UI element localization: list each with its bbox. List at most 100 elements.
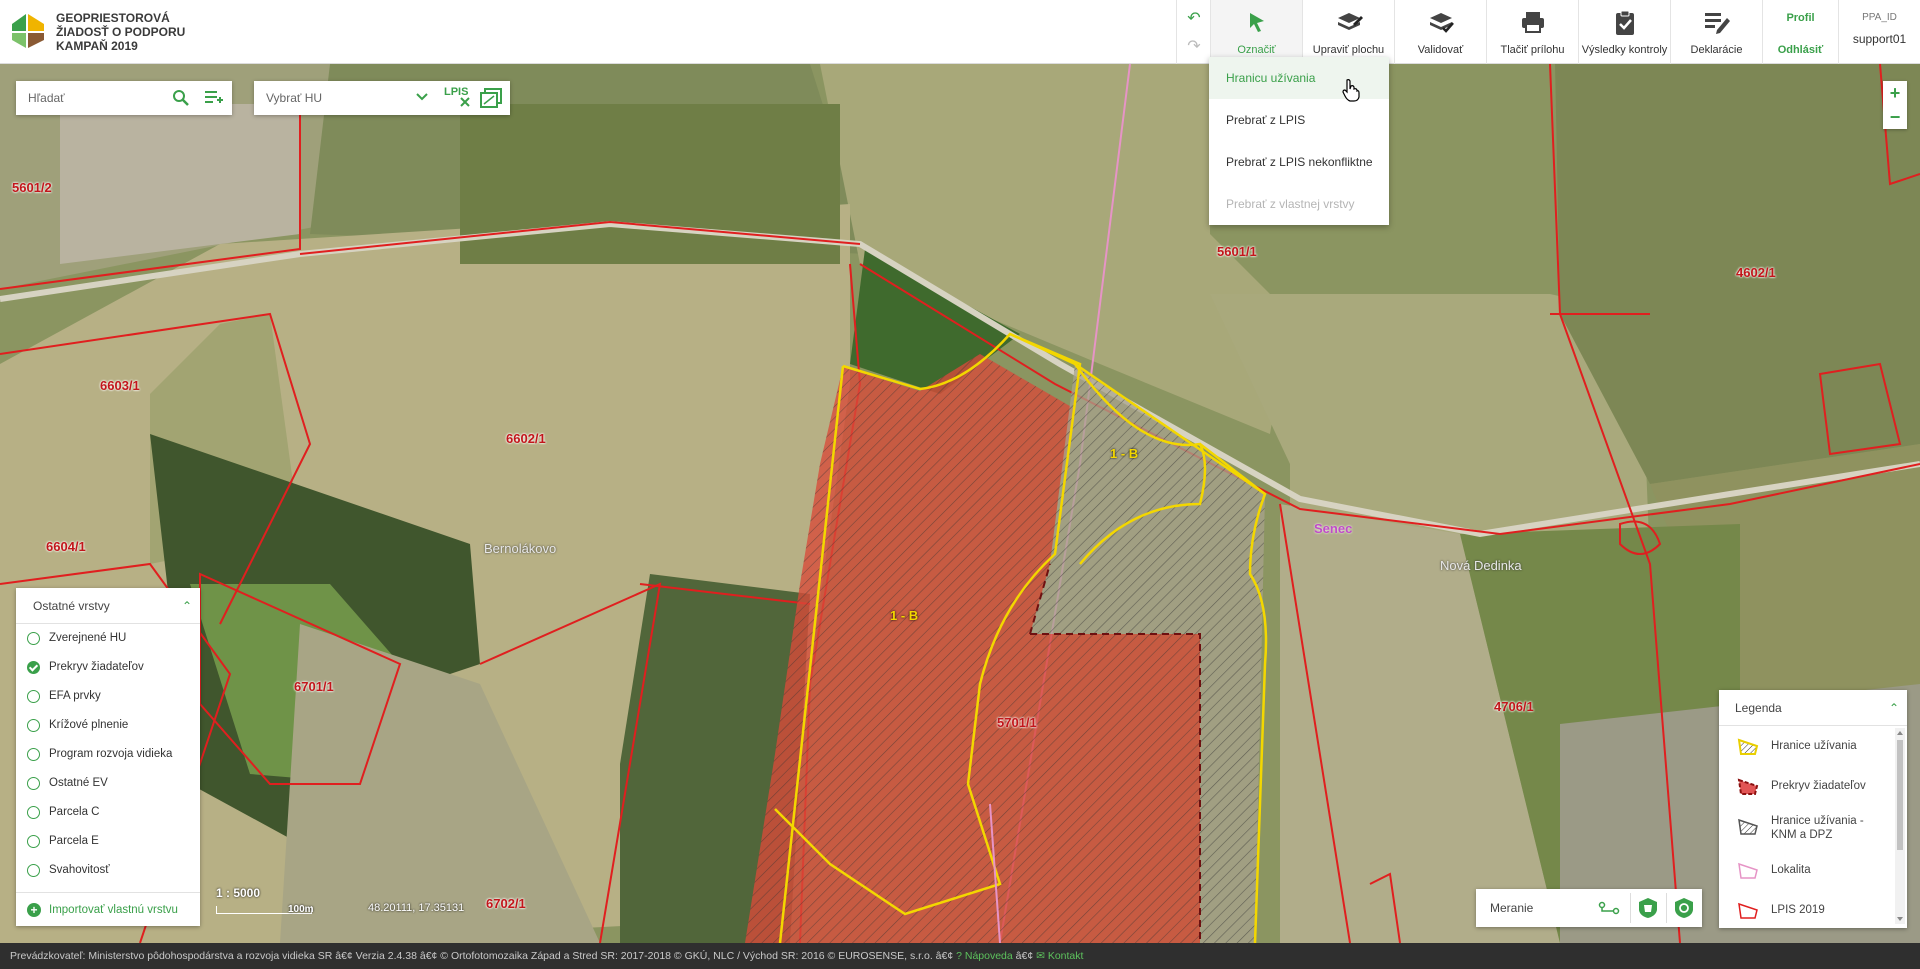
redo-icon[interactable]: ↷ bbox=[1177, 36, 1211, 56]
legend-label: Hranice užívania bbox=[1771, 740, 1857, 752]
parcel-label: 4706/1 bbox=[1494, 699, 1534, 714]
chevron-up-icon[interactable]: ⌃ bbox=[182, 588, 192, 624]
toolbar-vysledky-kontroly-button[interactable]: Výsledky kontroly bbox=[1578, 0, 1670, 64]
dropdown-item-prebrat-z-lpis[interactable]: Prebrať z LPIS bbox=[1209, 99, 1389, 141]
legend-item: Lokalita bbox=[1719, 850, 1907, 890]
user-info: PPA_ID support01 bbox=[1838, 0, 1920, 64]
clipboard-check-icon bbox=[1615, 10, 1634, 35]
parcel-label: 6604/1 bbox=[46, 539, 86, 554]
mail-icon: ✉ bbox=[1036, 950, 1045, 962]
layer-label: Ostatné EV bbox=[49, 777, 108, 789]
chevron-up-icon[interactable]: ⌃ bbox=[1889, 690, 1899, 726]
measure-distance-icon[interactable] bbox=[1598, 899, 1620, 917]
toolbar-upravit-plochu-button[interactable]: Upraviť plochu bbox=[1302, 0, 1394, 64]
zoom-out-button[interactable]: − bbox=[1883, 105, 1907, 129]
parcel-label: 6603/1 bbox=[100, 378, 140, 393]
radio-icon[interactable] bbox=[27, 806, 40, 819]
layer-item[interactable]: Program rozvoja vidieka bbox=[16, 740, 200, 769]
layer-toggle-icon[interactable] bbox=[480, 88, 502, 108]
layer-item[interactable]: Svahovitosť bbox=[16, 856, 200, 885]
app-title-line: ŽIADOSŤ O PODPORU bbox=[56, 25, 186, 39]
radio-icon[interactable] bbox=[27, 719, 40, 732]
layer-item[interactable]: Parcela C bbox=[16, 798, 200, 827]
layer-item[interactable]: Ostatné EV bbox=[16, 769, 200, 798]
town-label: Senec bbox=[1314, 521, 1353, 536]
legend-swatch-lpis-icon bbox=[1738, 902, 1758, 919]
profile-link[interactable]: Profil bbox=[1763, 12, 1838, 24]
town-label: Nová Dedinka bbox=[1440, 558, 1522, 573]
logout-link[interactable]: Odhlásiť bbox=[1763, 44, 1838, 56]
layer-label: Parcela C bbox=[49, 806, 100, 818]
layer-label: EFA prvky bbox=[49, 690, 101, 702]
search-input[interactable]: Hľadať bbox=[16, 81, 232, 115]
scale-ratio: 1 : 5000 bbox=[216, 886, 261, 900]
measure-area-icon[interactable] bbox=[1638, 897, 1658, 919]
legend-label: LPIS 2019 bbox=[1771, 904, 1825, 916]
layer-item[interactable]: Krížové plnenie bbox=[16, 711, 200, 740]
app-title-line: KAMPAŇ 2019 bbox=[56, 39, 138, 53]
map-canvas[interactable] bbox=[0, 64, 1920, 943]
declaration-icon bbox=[1704, 13, 1730, 34]
divider bbox=[1630, 893, 1631, 923]
layers-panel: Ostatné vrstvy ⌃ Zverejnené HU Prekryv ž… bbox=[16, 588, 200, 926]
legend-item: Hranice užívania - KNM a DPZ bbox=[1719, 806, 1907, 850]
search-icon[interactable] bbox=[172, 89, 190, 107]
toolbar-tlacit-prilohu-button[interactable]: Tlačiť prílohu bbox=[1486, 0, 1578, 64]
dropdown-item-prebrat-z-lpis-nekonfliktne[interactable]: Prebrať z LPIS nekonfliktne bbox=[1209, 141, 1389, 183]
radio-icon[interactable] bbox=[27, 748, 40, 761]
layer-item[interactable]: Zverejnené HU bbox=[16, 624, 200, 653]
layer-item[interactable]: Prekryv žiadateľov bbox=[16, 653, 200, 682]
measure-panel: Meranie bbox=[1476, 889, 1702, 927]
toolbar-oznacit-button[interactable]: Označiť bbox=[1210, 0, 1302, 64]
measure-label: Meranie bbox=[1490, 901, 1534, 915]
toolbar-label: Deklarácie bbox=[1690, 44, 1743, 56]
layer-item[interactable]: Parcela E bbox=[16, 827, 200, 856]
search-list-icon[interactable] bbox=[204, 89, 224, 107]
contact-link[interactable]: Kontakt bbox=[1048, 950, 1084, 962]
hu-select[interactable]: Vybrať HU LPIS bbox=[254, 81, 510, 115]
toolbar-deklaracie-button[interactable]: Deklarácie bbox=[1670, 0, 1762, 64]
hu-placeholder: Vybrať HU bbox=[266, 91, 323, 105]
zoom-in-button[interactable]: + bbox=[1883, 81, 1907, 105]
layer-label: Zverejnené HU bbox=[49, 632, 127, 644]
search-placeholder: Hľadať bbox=[28, 91, 65, 105]
radio-checked-icon[interactable] bbox=[27, 661, 40, 674]
app-title-line: GEOPRIESTOROVÁ bbox=[56, 11, 170, 25]
layer-label: Program rozvoja vidieka bbox=[49, 748, 173, 760]
parcel-label: 6701/1 bbox=[294, 679, 334, 694]
toolbar-label: Upraviť plochu bbox=[1312, 44, 1385, 56]
help-link[interactable]: Nápoveda bbox=[965, 950, 1013, 962]
layer-item[interactable]: EFA prvky bbox=[16, 682, 200, 711]
usage-label: 1 - B bbox=[1110, 446, 1139, 461]
dropdown-item-hranicu-uzivania[interactable]: Hranicu užívania bbox=[1209, 57, 1389, 99]
parcel-label: 4602/1 bbox=[1736, 265, 1776, 280]
import-layer-button[interactable]: + Importovať vlastnú vrstvu bbox=[16, 892, 200, 926]
layer-label: Prekryv žiadateľov bbox=[49, 661, 144, 673]
validate-icon bbox=[1429, 13, 1454, 33]
select-dropdown-menu: Hranicu užívania Prebrať z LPIS Prebrať … bbox=[1209, 57, 1389, 225]
legend-panel: Legenda ⌃ Hranice užívania Prekryv žiada… bbox=[1719, 690, 1907, 928]
footer-bar: Prevádzkovateľ: Ministerstvo pôdohospodá… bbox=[0, 943, 1920, 969]
toolbar-validovat-button[interactable]: Validovať bbox=[1394, 0, 1486, 64]
legend-scrollbar[interactable] bbox=[1895, 728, 1905, 924]
chevron-down-icon[interactable] bbox=[416, 92, 428, 102]
radio-icon[interactable] bbox=[27, 632, 40, 645]
radio-icon[interactable] bbox=[27, 690, 40, 703]
layers-panel-header[interactable]: Ostatné vrstvy ⌃ bbox=[16, 588, 200, 624]
town-label: Bernolákovo bbox=[484, 541, 557, 556]
legend-swatch-usage-icon bbox=[1737, 738, 1759, 755]
legend-panel-header[interactable]: Legenda ⌃ bbox=[1719, 690, 1907, 726]
app-title: GEOPRIESTOROVÁ ŽIADOSŤ O PODPORU KAMPAŇ … bbox=[56, 11, 185, 53]
measure-shield-icon[interactable] bbox=[1674, 897, 1694, 919]
main-toolbar: Označiť Upraviť plochu Validovať Tlačiť … bbox=[1210, 0, 1762, 64]
radio-icon[interactable] bbox=[27, 835, 40, 848]
legend-item: Prekryv žiadateľov bbox=[1719, 766, 1907, 806]
coordinates-readout: 48.20111, 17.35131 bbox=[368, 902, 465, 914]
close-icon bbox=[460, 97, 470, 107]
parcel-label: 5601/1 bbox=[1217, 244, 1257, 259]
radio-icon[interactable] bbox=[27, 777, 40, 790]
undo-icon[interactable]: ↶ bbox=[1177, 8, 1211, 28]
radio-icon[interactable] bbox=[27, 864, 40, 877]
layer-label: Parcela E bbox=[49, 835, 99, 847]
legend-swatch-knm-icon bbox=[1738, 818, 1758, 835]
